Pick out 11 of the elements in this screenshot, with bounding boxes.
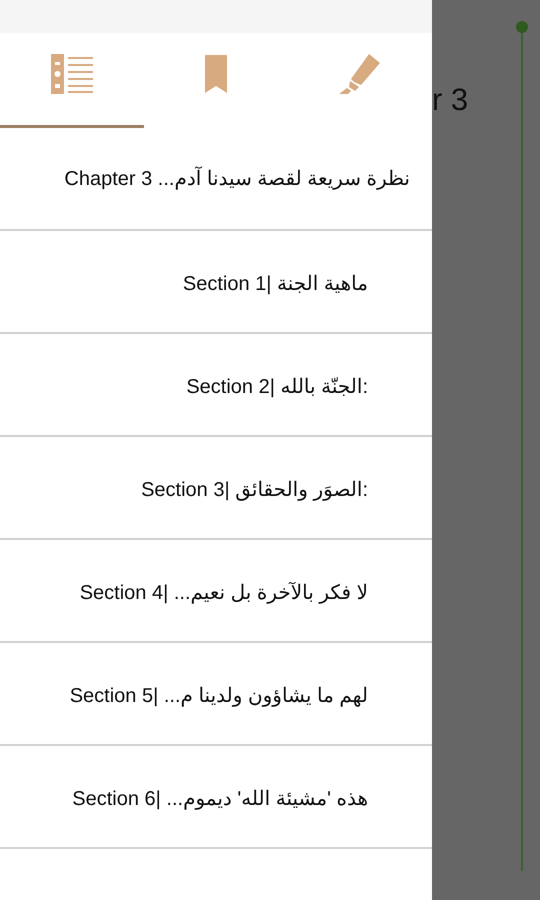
section-link[interactable]: :الجنّة بالله |Section 2: [186, 374, 368, 399]
section-link[interactable]: هذه 'مشيئة الله' ديموم... |Section 6: [72, 786, 368, 811]
chapter-link[interactable]: نظرة سريعة لقصة سيدنا آدم... Chapter 3: [64, 166, 410, 191]
section-link[interactable]: لهم ما يشاؤون ولدينا م... |Section 5: [70, 683, 368, 708]
list-icon: [51, 54, 93, 94]
highlighter-icon: [339, 54, 381, 94]
section-link[interactable]: :الصوَر والحقائق |Section 3: [141, 477, 368, 502]
section-link[interactable]: ماهية الجنة |Section 1: [182, 271, 368, 296]
bookmark-icon: [205, 55, 227, 93]
page-title: r 3: [432, 82, 468, 118]
section-link[interactable]: لا فكر بالآخرة بل نعيم... |Section 4: [80, 580, 368, 605]
